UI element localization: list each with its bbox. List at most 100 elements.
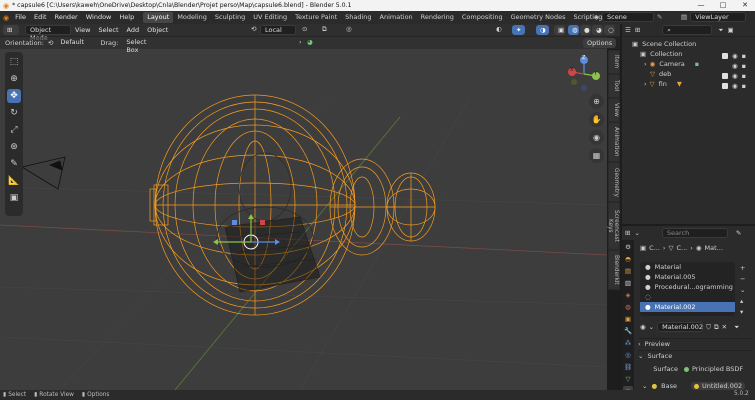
proportional-edit-icon[interactable]: ◎ <box>346 25 352 33</box>
breadcrumb-item[interactable]: C... <box>649 244 660 252</box>
transform-tool-icon[interactable]: ⊛ <box>7 140 21 154</box>
fake-user-icon[interactable]: ⛉ <box>706 323 711 332</box>
list-item[interactable]: ◌ <box>640 292 735 302</box>
remove-slot-icon[interactable]: − <box>740 275 745 283</box>
breadcrumb-item[interactable]: Mat... <box>705 244 723 252</box>
outliner-row-scene-collection[interactable]: ▣ Scene Collection <box>622 39 755 49</box>
move-tool-icon[interactable]: ✥ <box>7 89 21 103</box>
object-props-icon[interactable]: ▣ <box>623 314 633 324</box>
move-down-icon[interactable]: ▾ <box>740 308 745 316</box>
gizmo-toggle-icon[interactable]: ✦ <box>512 25 525 35</box>
select-box-tool-icon[interactable]: ⬚ <box>7 55 21 69</box>
list-item-selected[interactable]: ● Material.002 <box>640 302 735 312</box>
object-mode-dropdown[interactable]: Object Mode <box>25 25 71 42</box>
shading-solid-icon[interactable]: ● <box>580 25 591 35</box>
sphere-icon[interactable]: ◕ <box>307 38 313 46</box>
tab-uv-editing[interactable]: UV Editing <box>249 12 291 23</box>
add-slot-icon[interactable]: + <box>740 264 745 272</box>
tab-texture-paint[interactable]: Texture Paint <box>291 12 341 23</box>
measure-tool-icon[interactable]: 📐 <box>7 174 21 188</box>
blender-menu-icon[interactable]: ◉ <box>3 14 9 22</box>
maximize-button[interactable]: □ <box>713 0 733 11</box>
surface-shader-field[interactable]: Principled BSDF <box>684 365 743 373</box>
add-cube-tool-icon[interactable]: ▣ <box>7 191 21 205</box>
navigation-gizmo[interactable]: Z Y X <box>566 55 602 92</box>
tab-shading[interactable]: Shading <box>341 12 375 23</box>
menu-file[interactable]: File <box>11 11 30 24</box>
outliner-row-deb[interactable]: ▽ deb ◉ ▪ <box>622 69 755 80</box>
properties-editor-icon[interactable]: ⊞ <box>625 229 630 237</box>
material-sphere-icon[interactable]: ◉ <box>640 323 646 331</box>
rotate-tool-icon[interactable]: ↻ <box>7 106 21 120</box>
tab-compositing[interactable]: Compositing <box>458 12 507 23</box>
outliner-editor-icon[interactable]: ☰ <box>625 26 631 34</box>
physics-props-icon[interactable]: ◎ <box>623 350 633 360</box>
cursor-tool-icon[interactable]: ⊕ <box>7 72 21 86</box>
annotate-tool-icon[interactable]: ✎ <box>7 157 21 171</box>
outliner-search-input[interactable]: ⌕ <box>662 25 713 35</box>
output-props-icon[interactable]: ▤ <box>623 266 633 276</box>
zoom-icon[interactable]: ⊕ <box>589 94 604 109</box>
transform-pivot-dropdown[interactable]: Local <box>260 25 296 35</box>
world-props-icon[interactable]: ◍ <box>623 302 633 312</box>
filter-icon[interactable]: ⏷ <box>734 323 739 332</box>
outliner-row-camera[interactable]: › ◉ Camera ▪ ◉ ▪ <box>622 59 755 70</box>
panel-preview[interactable]: › Preview <box>638 338 753 349</box>
minimize-button[interactable]: — <box>691 0 711 11</box>
transform-orientation-icon[interactable]: ⟲ <box>251 25 256 33</box>
tab-modeling[interactable]: Modeling <box>173 12 211 23</box>
view-layer-selector[interactable]: ViewLayer <box>690 12 747 22</box>
exclude-checkbox[interactable] <box>722 83 728 89</box>
duplicate-icon[interactable]: ⧉ <box>714 323 719 332</box>
new-collection-icon[interactable]: ▣ <box>727 26 733 34</box>
tab-rendering[interactable]: Rendering <box>417 12 458 23</box>
tab-sculpting[interactable]: Sculpting <box>211 12 249 23</box>
menu-view[interactable]: View <box>71 24 94 37</box>
material-slot-list[interactable]: ● Material ● Material.005 ● Procedural...og… <box>640 262 735 316</box>
chevron-down-icon[interactable]: ⌄ <box>649 323 654 331</box>
visibility-icon[interactable]: ◐ <box>496 25 502 33</box>
render-props-icon[interactable]: ◓ <box>623 254 633 264</box>
particles-props-icon[interactable]: ⁂ <box>623 338 633 348</box>
overlay-toggle-icon[interactable]: ◑ <box>536 25 549 35</box>
view-layer-props-icon[interactable]: ▧ <box>623 278 633 288</box>
unlink-icon[interactable]: ✕ <box>722 323 727 331</box>
scale-tool-icon[interactable]: ⤢ <box>7 123 21 137</box>
list-item[interactable]: ● Material.005 <box>640 272 735 282</box>
menu-object[interactable]: Object <box>143 24 172 37</box>
scene-selector[interactable]: Scene <box>602 12 654 22</box>
list-item[interactable]: ● Procedural...ogramming <box>640 282 735 292</box>
sidebar-tab-blenderkit[interactable]: Blenderkit <box>609 251 619 289</box>
chevron-down-icon[interactable]: ⌄ <box>634 229 639 237</box>
pivot-icon[interactable]: ⊙ <box>302 25 307 33</box>
expand-chevron-icon[interactable]: › <box>299 38 302 46</box>
menu-render[interactable]: Render <box>51 11 82 24</box>
modifier-props-icon[interactable]: 🔧 <box>623 326 633 336</box>
sidebar-tab-item[interactable]: Item <box>609 51 619 73</box>
filter-icon[interactable]: ⊞ <box>635 26 640 34</box>
sidebar-tab-screencast-keys[interactable]: Screencast Keys <box>607 203 619 249</box>
constraints-props-icon[interactable]: ⛓ <box>623 362 633 372</box>
base-value-field[interactable]: Untitled.002 <box>690 382 746 390</box>
xray-toggle-icon[interactable]: ▣ <box>554 25 565 35</box>
grid-view-icon[interactable]: ▦ <box>589 148 604 163</box>
close-button[interactable]: ✕ <box>735 0 755 11</box>
snap-icon[interactable]: ⧉ <box>322 25 327 34</box>
menu-help[interactable]: Help <box>115 11 138 24</box>
list-item[interactable]: ● Material <box>640 262 735 272</box>
sidebar-tab-animation[interactable]: Animation <box>609 123 619 161</box>
outliner-filter-icon[interactable]: ⏷ <box>718 26 723 35</box>
menu-edit[interactable]: Edit <box>30 11 51 24</box>
scene-icon[interactable]: ◈ <box>594 13 599 21</box>
outliner-row-fin[interactable]: › ▽ fin ▼ ◉ ▪ <box>622 79 755 91</box>
drag-dropdown[interactable]: Select Box <box>122 38 164 54</box>
shading-wireframe-icon[interactable]: ◍ <box>568 25 579 35</box>
shading-rendered-icon[interactable]: ○ <box>604 25 615 35</box>
view-layer-icon[interactable]: ▤ <box>681 13 687 21</box>
sidebar-tab-view[interactable]: View <box>609 99 619 121</box>
tab-animation[interactable]: Animation <box>376 12 417 23</box>
eye-icon[interactable]: ◉ <box>732 81 738 91</box>
pin-icon[interactable]: ✎ <box>657 13 662 21</box>
sidebar-tab-geometry[interactable]: Geometry <box>609 163 619 201</box>
scene-props-icon[interactable]: ◈ <box>623 290 633 300</box>
